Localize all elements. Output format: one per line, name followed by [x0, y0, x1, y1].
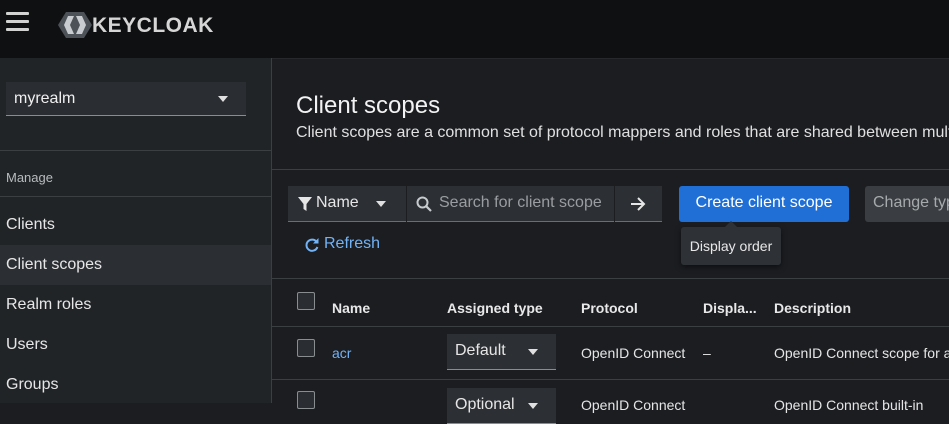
- search-input[interactable]: [439, 192, 609, 214]
- divider: [0, 196, 271, 197]
- filter-dropdown[interactable]: Name: [288, 186, 406, 222]
- page-description: Client scopes are a common set of protoc…: [296, 124, 949, 141]
- sidebar-item-realm-roles[interactable]: Realm roles: [0, 285, 271, 325]
- sidebar: myrealm Manage Clients Client scopes Rea…: [0, 58, 272, 403]
- description-cell: OpenID Connect scope for a: [774, 345, 949, 361]
- assigned-type-select[interactable]: Optional: [447, 388, 556, 424]
- search-icon: [416, 196, 432, 212]
- client-scope-name-link[interactable]: acr: [332, 345, 351, 361]
- select-all-checkbox[interactable]: [297, 292, 315, 310]
- change-type-button[interactable]: Change type: [865, 186, 949, 222]
- search-box[interactable]: [407, 186, 614, 222]
- divider: [272, 326, 949, 327]
- column-header-description[interactable]: Description: [774, 300, 851, 316]
- tooltip: Display order: [681, 221, 781, 265]
- change-type-label: Change type: [873, 194, 949, 211]
- column-header-display-order[interactable]: Displa...: [703, 300, 757, 316]
- column-header-name[interactable]: Name: [332, 300, 370, 316]
- realm-selector[interactable]: myrealm: [6, 82, 246, 116]
- page-title: Client scopes: [296, 92, 441, 119]
- row-checkbox[interactable]: [297, 391, 315, 409]
- refresh-label: Refresh: [324, 235, 381, 252]
- sidebar-item-label: Clients: [6, 216, 55, 233]
- refresh-icon: [305, 238, 319, 252]
- create-button-label: Create client scope: [695, 194, 833, 211]
- sidebar-item-groups[interactable]: Groups: [0, 365, 271, 405]
- filter-label: Name: [316, 194, 359, 211]
- masthead: KEYCLOAK: [0, 0, 949, 59]
- column-header-protocol[interactable]: Protocol: [581, 300, 638, 316]
- row-checkbox[interactable]: [297, 339, 315, 357]
- description-cell: OpenID Connect built-in: [774, 397, 924, 413]
- column-header-assigned-type[interactable]: Assigned type: [447, 300, 543, 316]
- filter-icon: [298, 197, 312, 211]
- display-order-cell: –: [703, 345, 711, 361]
- keycloak-logo-icon: [58, 12, 92, 38]
- sidebar-item-clients[interactable]: Clients: [0, 205, 271, 245]
- assigned-type-value: Default: [455, 342, 506, 359]
- logo-text: KEYCLOAK: [92, 14, 214, 37]
- divider: [0, 150, 271, 151]
- search-submit-button[interactable]: [615, 186, 662, 222]
- caret-down-icon: [528, 403, 538, 409]
- sidebar-item-label: Client scopes: [6, 256, 103, 273]
- divider: [272, 379, 949, 380]
- hamburger-menu-icon[interactable]: [6, 12, 30, 32]
- main-content: Client scopes Client scopes are a common…: [272, 58, 949, 424]
- caret-down-icon: [218, 96, 228, 102]
- sidebar-item-label: Users: [6, 336, 48, 353]
- keycloak-logo[interactable]: KEYCLOAK: [58, 10, 218, 40]
- assigned-type-select[interactable]: Default: [447, 334, 556, 370]
- protocol-cell: OpenID Connect: [581, 397, 686, 413]
- nav-section-label: Manage: [6, 170, 53, 185]
- caret-down-icon: [376, 201, 386, 207]
- caret-down-icon: [528, 349, 538, 355]
- sidebar-item-label: Realm roles: [6, 296, 92, 313]
- sidebar-item-client-scopes[interactable]: Client scopes: [0, 245, 271, 285]
- arrow-right-icon: [631, 197, 646, 211]
- divider: [272, 169, 949, 170]
- tooltip-text: Display order: [689, 238, 773, 254]
- realm-name: myrealm: [14, 90, 76, 107]
- sidebar-item-label: Groups: [6, 376, 59, 393]
- protocol-cell: OpenID Connect: [581, 345, 686, 361]
- assigned-type-value: Optional: [455, 396, 515, 413]
- divider: [272, 278, 949, 279]
- sidebar-item-users[interactable]: Users: [0, 325, 271, 365]
- create-client-scope-button[interactable]: Create client scope: [679, 186, 849, 222]
